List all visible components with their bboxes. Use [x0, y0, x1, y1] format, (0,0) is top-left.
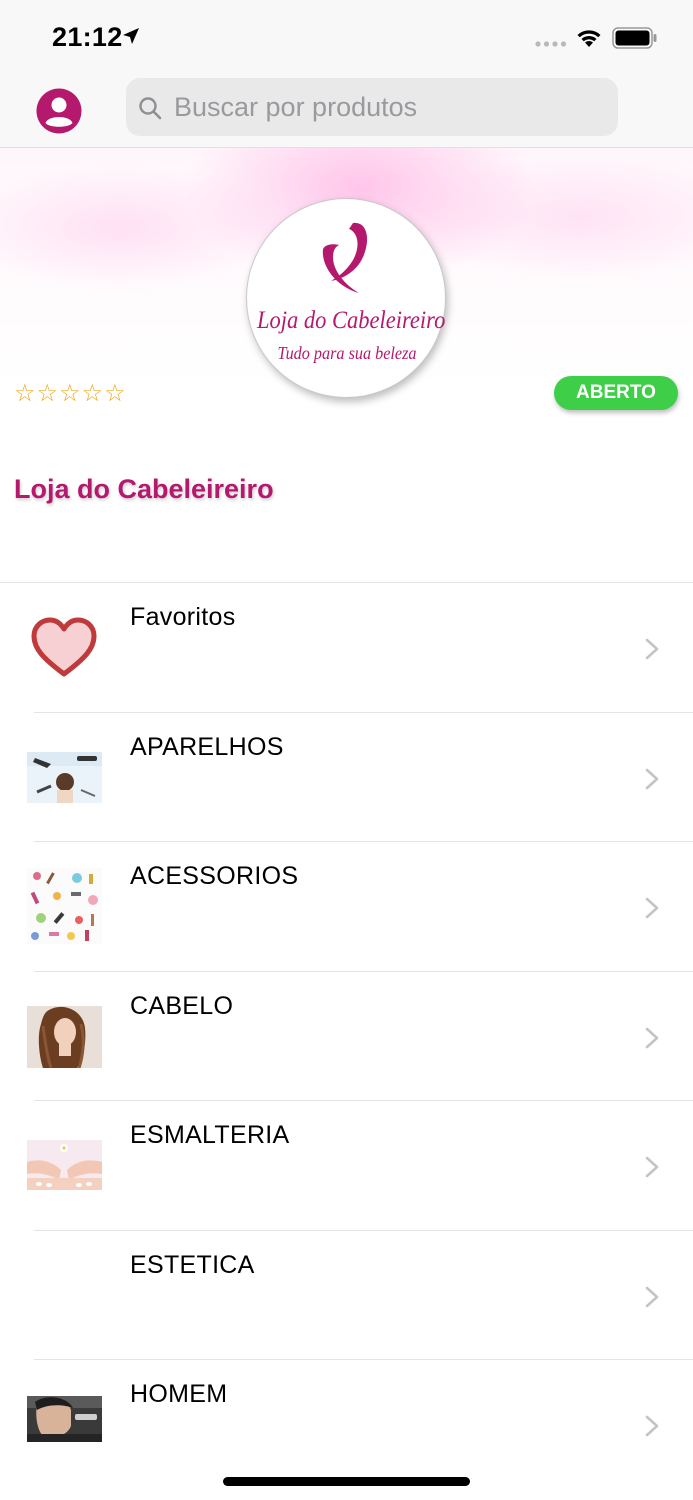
category-label: CABELO [130, 991, 234, 1020]
rating-stars: ☆☆☆☆☆ [14, 380, 127, 407]
chevron-right-icon [645, 897, 659, 919]
location-arrow-icon [123, 28, 139, 44]
search-icon [139, 97, 162, 120]
homem-thumbnail [27, 1396, 102, 1442]
search-input[interactable] [174, 86, 604, 128]
category-list: Favoritos APARELHOS ACESSORIOS CABELO ES… [0, 582, 693, 1490]
heart-icon [31, 617, 97, 677]
esmalteria-thumbnail [27, 1140, 102, 1190]
store-name: Loja do Cabeleireiro [14, 474, 274, 504]
chevron-right-icon [645, 1156, 659, 1178]
search-bar[interactable] [126, 78, 618, 136]
cellular-signal-icon [535, 41, 567, 47]
category-label: HOMEM [130, 1380, 228, 1408]
chevron-right-icon [645, 638, 659, 660]
status-badge: ABERTO [554, 376, 678, 410]
list-item-favoritos[interactable]: Favoritos [0, 583, 693, 713]
chevron-right-icon [645, 1286, 659, 1307]
list-item-esmalteria[interactable]: ESMALTERIA [0, 1101, 693, 1231]
list-item-homem[interactable]: HOMEM [0, 1360, 693, 1490]
wifi-icon [577, 30, 601, 47]
status-bar: 21:12 [0, 0, 693, 74]
home-indicator[interactable] [223, 1477, 470, 1486]
chevron-right-icon [645, 1027, 659, 1048]
category-label: ESTETICA [130, 1250, 255, 1279]
logo-swirl-icon [322, 222, 368, 293]
aparelhos-thumbnail [27, 751, 102, 803]
nav-bar [0, 74, 693, 148]
store-banner: Loja do Cabeleireiro Tudo para sua belez… [0, 148, 693, 582]
category-label: ESMALTERIA [130, 1121, 290, 1149]
logo-name: Loja do Cabeleireiro [257, 307, 446, 334]
battery-icon [612, 27, 657, 49]
cabelo-thumbnail [27, 1005, 102, 1068]
chevron-right-icon [645, 768, 659, 789]
category-label: APARELHOS [130, 732, 284, 761]
list-item-acessorios[interactable]: ACESSORIOS [0, 842, 693, 972]
acessorios-thumbnail [27, 868, 102, 944]
logo-tagline: Tudo para sua beleza [277, 343, 417, 363]
category-label: ACESSORIOS [130, 862, 299, 890]
category-label: Favoritos [130, 603, 236, 631]
profile-icon[interactable] [36, 88, 82, 134]
list-item-cabelo[interactable]: CABELO [0, 972, 693, 1102]
chevron-right-icon [645, 1415, 659, 1437]
status-time: 21:12 [52, 22, 123, 52]
list-item-estetica[interactable]: ESTETICA [0, 1231, 693, 1361]
store-logo: Loja do Cabeleireiro Tudo para sua belez… [246, 198, 446, 398]
list-item-aparelhos[interactable]: APARELHOS [0, 713, 693, 843]
